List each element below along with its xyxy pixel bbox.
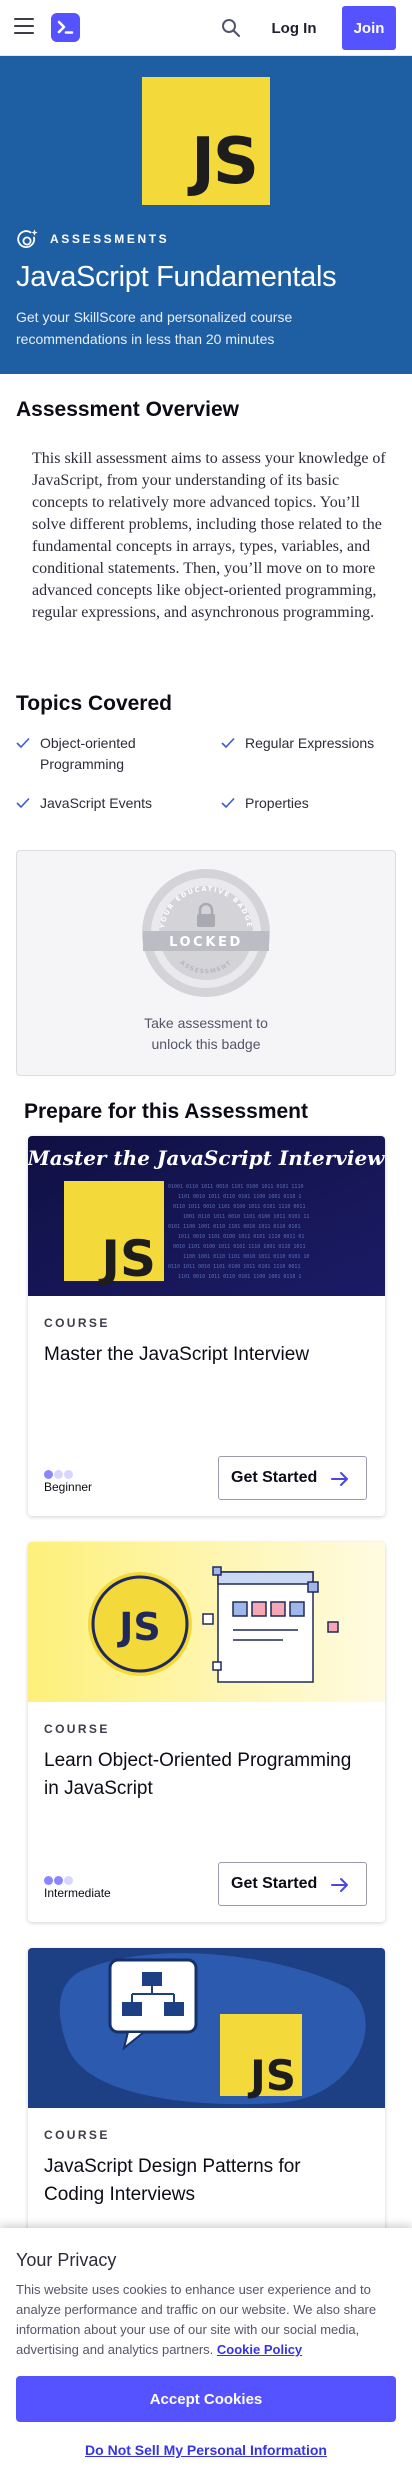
course-thumbnail: 01001 0110 1011 0010 1101 0100 1011 0101… <box>28 1136 385 1296</box>
overview-description: This skill assessment aims to assess you… <box>32 450 386 621</box>
javascript-logo-text: JS <box>191 125 259 199</box>
difficulty-label: Beginner <box>44 1480 93 1494</box>
course-title[interactable]: JavaScript Design Patterns for Coding In… <box>44 2153 364 2209</box>
overview-heading: Assessment Overview <box>16 398 239 421</box>
badge-status: LOCKED <box>169 935 243 950</box>
topic-label: Properties <box>245 795 309 811</box>
check-icon <box>16 737 30 749</box>
topic-item: Regular Expressions <box>221 733 401 754</box>
prepare-heading: Prepare for this Assessment <box>24 1100 309 1123</box>
course-card[interactable]: JS COURSE Learn Object-Oriented Programm… <box>28 1542 385 1922</box>
svg-text:1101 0010 1011 0110 0101 1100: 1101 0010 1011 0110 0101 1100 1001 0110 … <box>178 1194 301 1200</box>
course-thumbnail-badge: JS <box>116 1605 161 1649</box>
hero-banner: JS ASSESSMENTS JavaScript Fundamentals G… <box>0 56 412 374</box>
svg-text:0110 1011 0010 1101 0100 1011: 0110 1011 0010 1101 0100 1011 0101 1110 … <box>173 1204 305 1210</box>
topic-item: Properties <box>221 793 401 814</box>
join-button[interactable]: Join <box>342 6 396 50</box>
svg-text:0110 1011 0010 1101 0100 1011: 0110 1011 0010 1101 0100 1011 0101 1110 … <box>168 1264 300 1270</box>
accept-cookies-button[interactable]: Accept Cookies <box>16 2376 396 2422</box>
check-icon <box>221 737 235 749</box>
course-thumbnail-badge: JS <box>98 1230 156 1288</box>
difficulty-label: Intermediate <box>44 1886 111 1900</box>
cookie-title: Your Privacy <box>16 2250 117 2270</box>
cookie-consent-banner: Your Privacy This website uses cookies t… <box>0 2228 412 2474</box>
topic-label: Object-oriented Programming <box>40 735 136 772</box>
get-started-label: Get Started <box>231 1875 318 1892</box>
course-title[interactable]: Master the JavaScript Interview <box>44 1341 364 1369</box>
cookie-description: This website uses cookies to enhance use… <box>16 2280 401 2360</box>
svg-text:1011 0010 1101 0100 1011 0101: 1011 0010 1101 0100 1011 0101 1110 0011 … <box>178 1234 304 1240</box>
hamburger-menu-icon[interactable] <box>14 18 34 38</box>
page-title: JavaScript Fundamentals <box>16 261 337 293</box>
course-title[interactable]: Learn Object-Oriented Programming in Jav… <box>44 1747 364 1803</box>
course-thumbnail: JS <box>28 1948 385 2108</box>
get-started-button[interactable]: Get Started <box>218 1862 367 1906</box>
educative-logo-icon[interactable] <box>51 13 80 42</box>
hero-subtitle: Get your SkillScore and personalized cou… <box>16 309 293 347</box>
assessment-icon <box>16 228 40 252</box>
topics-heading: Topics Covered <box>16 692 172 715</box>
login-link[interactable]: Log In <box>258 0 330 56</box>
svg-text:0101 1100 1001 0110 1101 0010: 0101 1100 1001 0110 1101 0010 1011 0110 … <box>168 1224 300 1230</box>
topic-label: Regular Expressions <box>245 735 375 751</box>
topic-label: JavaScript Events <box>40 795 153 811</box>
arrow-right-icon <box>331 1472 348 1486</box>
course-type-label: COURSE <box>44 1316 110 1330</box>
svg-text:01001 0110 1011 0010 1101 0100: 01001 0110 1011 0010 1101 0100 1011 0101… <box>168 1184 303 1190</box>
get-started-label: Get Started <box>231 1469 318 1486</box>
svg-text:1101 0010 1011 0110 0101 1100: 1101 0010 1011 0110 0101 1100 1001 0110 … <box>178 1274 301 1280</box>
topic-item: Object-oriented Programming <box>16 733 196 775</box>
course-thumbnail-badge: JS <box>247 2051 296 2100</box>
check-icon <box>221 797 235 809</box>
svg-text:1100 1001 0110 1101 0010 1011: 1100 1001 0110 1101 0010 1011 0110 0101 … <box>183 1254 309 1260</box>
course-thumbnail-title: Master the JavaScript Interview <box>28 1146 385 1170</box>
check-icon <box>16 797 30 809</box>
course-type-label: COURSE <box>44 1722 110 1736</box>
badge-unlock-message: Take assessment to unlock this badge <box>144 1015 268 1052</box>
get-started-button[interactable]: Get Started <box>218 1456 367 1500</box>
course-card[interactable]: 01001 0110 1011 0010 1101 0100 1011 0101… <box>28 1136 385 1516</box>
course-type-label: COURSE <box>44 2128 110 2142</box>
svg-text:1001 0110 1011 0010 1101 0100: 1001 0110 1011 0010 1101 0100 1011 0101 … <box>183 1214 309 1220</box>
course-thumbnail: JS <box>28 1542 385 1702</box>
locked-badge-card: YOUR EDUCATIVE BADGE ASSESSMENT LOCKED T… <box>16 850 396 1076</box>
top-navigation: Log In Join <box>0 0 412 56</box>
cookie-policy-link[interactable]: Cookie Policy <box>217 2342 302 2357</box>
arrow-right-icon <box>331 1878 348 1892</box>
svg-text:0010 1101 0100 1011 0101 1110: 0010 1101 0100 1011 0101 1110 1001 0110 … <box>173 1244 305 1250</box>
locked-badge: YOUR EDUCATIVE BADGE ASSESSMENT LOCKED <box>142 869 270 997</box>
cookie-text: This website uses cookies to enhance use… <box>16 2282 377 2357</box>
topic-item: JavaScript Events <box>16 793 196 814</box>
do-not-sell-link[interactable]: Do Not Sell My Personal Information <box>0 2442 412 2458</box>
search-icon[interactable] <box>219 16 243 40</box>
assessments-eyebrow: ASSESSMENTS <box>50 232 170 246</box>
javascript-logo: JS <box>142 77 270 205</box>
